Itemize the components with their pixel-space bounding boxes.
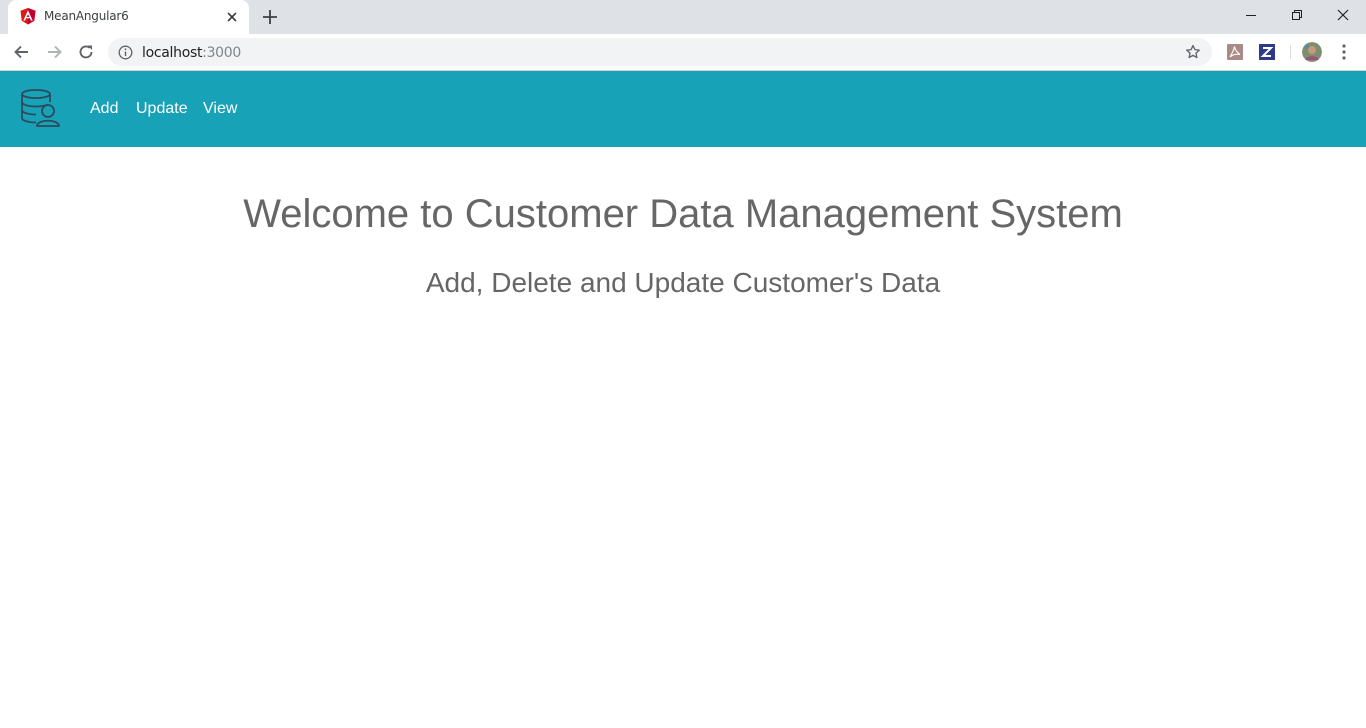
- pdf-extension-icon[interactable]: [1226, 43, 1244, 61]
- z-extension-icon[interactable]: [1258, 43, 1276, 61]
- tab-close-icon[interactable]: [224, 9, 240, 25]
- tab-title: MeanAngular6: [44, 9, 129, 23]
- toolbar-separator: [1290, 45, 1291, 59]
- restore-button[interactable]: [1274, 0, 1320, 30]
- url-host: localhost: [142, 45, 203, 61]
- app-navbar: Add Update View: [0, 71, 1366, 147]
- close-icon: [1337, 9, 1349, 21]
- angular-icon: [20, 8, 36, 25]
- close-window-button[interactable]: [1320, 0, 1366, 30]
- database-user-icon[interactable]: [19, 89, 63, 129]
- reload-icon[interactable]: [76, 42, 96, 62]
- page-subtitle: Add, Delete and Update Customer's Data: [425, 267, 941, 298]
- profile-avatar[interactable]: [1302, 42, 1322, 62]
- browser-tab[interactable]: MeanAngular6: [8, 0, 249, 34]
- address-bar[interactable]: localhost:3000: [108, 38, 1212, 66]
- back-icon[interactable]: [12, 42, 32, 62]
- bookmark-star-icon[interactable]: [1185, 44, 1201, 60]
- nav-link-view[interactable]: View: [203, 100, 237, 118]
- restore-icon: [1292, 10, 1302, 20]
- nav-link-add[interactable]: Add: [90, 100, 118, 118]
- more-menu-icon[interactable]: [1336, 42, 1352, 62]
- minimize-button[interactable]: [1228, 0, 1274, 30]
- nav-link-update[interactable]: Update: [136, 100, 188, 118]
- minimize-icon: [1246, 15, 1256, 16]
- new-tab-icon[interactable]: [260, 7, 280, 27]
- url-text[interactable]: localhost:3000: [142, 45, 241, 61]
- forward-icon[interactable]: [44, 42, 64, 62]
- page-title: Welcome to Customer Data Management Syst…: [243, 192, 1123, 236]
- browser-tabstrip: MeanAngular6: [0, 0, 1366, 34]
- info-icon[interactable]: [118, 45, 133, 60]
- url-port: :3000: [202, 45, 242, 61]
- browser-toolbar: localhost:3000: [0, 34, 1366, 71]
